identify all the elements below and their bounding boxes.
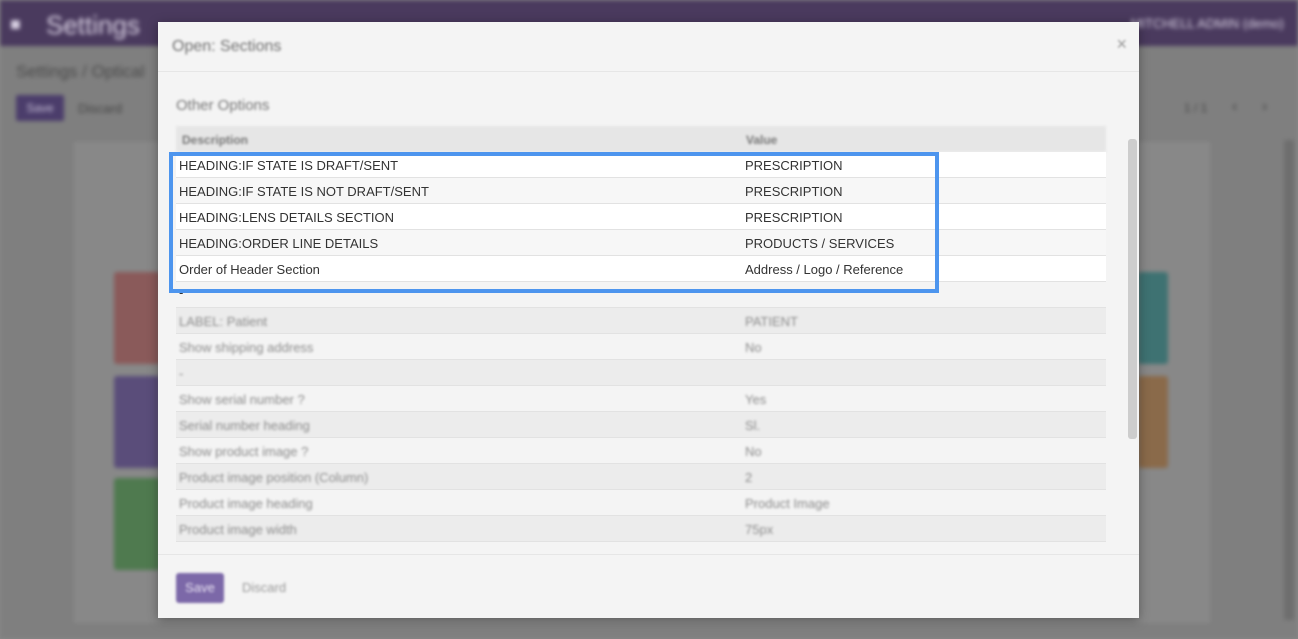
table-row[interactable]: Show product image ? No [176,438,1106,464]
app-title: Settings [46,10,140,40]
table-row[interactable]: Product image width 75px [176,516,1106,542]
table-row[interactable]: Show shipping address No [176,334,1106,360]
chevron-left-icon[interactable]: ‹ [1232,98,1237,116]
dialog-scrollbar[interactable] [1128,139,1137,439]
discard-button[interactable]: Discard [242,580,286,595]
section-card[interactable] [114,478,160,570]
table-row[interactable]: - [176,282,1106,308]
column-header-description[interactable]: Description [182,133,248,147]
table-row[interactable]: HEADING:IF STATE IS DRAFT/SENT PRESCRIPT… [176,152,1106,178]
table-header: Description Value [176,126,1106,152]
table-row[interactable]: LABEL: Patient PATIENT [176,308,1106,334]
section-card[interactable] [1138,376,1168,468]
table-row[interactable]: - [176,360,1106,386]
row-description: - [179,366,184,381]
row-description: HEADING:ORDER LINE DETAILS [179,236,379,251]
table-row[interactable]: Product image heading Product Image [176,490,1106,516]
row-value: Yes [745,392,767,407]
dialog-header: Open: Sections × [158,22,1139,72]
table-row[interactable]: Product image position (Column) 2 [176,464,1106,490]
row-description: LABEL: Patient [179,314,268,329]
background-discard-button[interactable]: Discard [78,101,122,116]
dialog-title: Open: Sections [172,38,282,55]
row-description: Product image position (Column) [179,470,369,485]
row-value: PRESCRIPTION [745,184,843,199]
table-row[interactable]: HEADING:LENS DETAILS SECTION PRESCRIPTIO… [176,204,1106,230]
save-button[interactable]: Save [176,573,224,603]
dialog-footer: Save Discard [158,554,1139,618]
table-row[interactable]: Show serial number ? Yes [176,386,1106,412]
table-row[interactable]: HEADING:IF STATE IS NOT DRAFT/SENT PRESC… [176,178,1106,204]
row-description: Product image width [179,522,297,537]
row-value: 75px [745,522,774,537]
row-value: PRODUCTS / SERVICES [745,236,895,251]
row-value: PATIENT [745,314,798,329]
section-card[interactable] [114,272,160,364]
row-description: Show product image ? [179,444,309,459]
menu-icon[interactable]: ■ [10,14,21,35]
dialog-body: Other Options Description Value HEADING:… [158,73,1139,553]
section-card[interactable] [1138,272,1168,364]
user-menu[interactable]: MITCHELL ADMIN (demo) [1131,16,1284,31]
table-row[interactable]: Serial number heading Sl. [176,412,1106,438]
page-scrollbar[interactable] [1284,140,1294,620]
row-description: HEADING:LENS DETAILS SECTION [179,210,395,225]
row-value: Address / Logo / Reference [745,262,904,277]
sections-dialog: Open: Sections × Other Options Descripti… [158,22,1139,618]
row-value: No [745,340,762,355]
row-description: Show serial number ? [179,392,305,407]
row-value: 2 [745,470,753,485]
row-description: Serial number heading [179,418,310,433]
row-description: Product image heading [179,496,313,511]
breadcrumb: Settings / Optical [16,62,145,81]
row-value: PRESCRIPTION [745,210,843,225]
section-title: Other Options [176,97,270,114]
close-icon[interactable]: × [1116,34,1127,55]
row-description: HEADING:IF STATE IS DRAFT/SENT [179,158,399,173]
row-description: - [179,285,184,300]
row-description: Order of Header Section [179,262,320,277]
column-header-value[interactable]: Value [746,133,777,147]
options-table: Description Value HEADING:IF STATE IS DR… [176,126,1106,542]
table-row[interactable]: Order of Header Section Address / Logo /… [176,256,1106,282]
row-value: PRESCRIPTION [745,158,843,173]
row-description: Show shipping address [179,340,314,355]
row-value: Sl. [745,418,761,433]
row-value: No [745,444,762,459]
pager: 1 / 1 [1184,101,1208,115]
section-card[interactable] [114,376,160,468]
table-row[interactable]: HEADING:ORDER LINE DETAILS PRODUCTS / SE… [176,230,1106,256]
row-description: HEADING:IF STATE IS NOT DRAFT/SENT [179,184,429,199]
chevron-right-icon[interactable]: › [1262,98,1267,116]
background-save-button[interactable]: Save [16,95,64,121]
row-value: Product Image [745,496,830,511]
